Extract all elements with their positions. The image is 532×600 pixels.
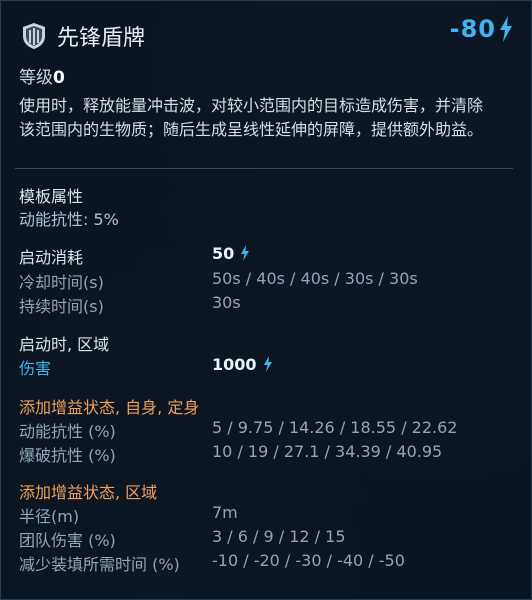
buff-area-value: 3 / 6 / 9 / 12 / 15 [212, 527, 346, 546]
buff-self-value: 5 / 9.75 / 14.26 / 18.55 / 22.62 [212, 418, 458, 437]
tooltip-header: 先锋盾牌 [19, 19, 145, 53]
mod-attributes-stat: 动能抗性: 5% [19, 210, 119, 229]
buff-area-row: 半径(m) 7m [19, 503, 521, 527]
buff-self-value: 10 / 19 / 27.1 / 34.39 / 40.95 [212, 442, 443, 461]
activation-cost-number: 50 [212, 244, 235, 263]
ability-tooltip: 先锋盾牌 -80 等级0 使用时，释放能量冲击波，对较小范围内的目标造成伤害，并… [0, 0, 532, 600]
activation-cost-value: 50 [212, 244, 250, 263]
duration-value: 30s [212, 293, 241, 312]
mod-attributes-title: 模板属性 [19, 187, 84, 206]
level-value: 0 [53, 68, 65, 88]
duration-row: 持续时间(s) 30s [19, 293, 521, 317]
damage-label: 伤害 [19, 359, 52, 378]
buff-self-row: 动能抗性 (%) 5 / 9.75 / 14.26 / 18.55 / 22.6… [19, 418, 521, 442]
buff-area-row: 减少装填所需时间 (%) -10 / -20 / -30 / -40 / -50 [19, 551, 521, 575]
buff-area-label: 减少装填所需时间 (%) [19, 555, 180, 574]
energy-bolt-icon [500, 16, 512, 42]
buff-area-label: 团队伤害 (%) [19, 531, 116, 550]
on-activate-title: 启动时, 区域 [19, 335, 110, 354]
duration-label: 持续时间(s) [19, 297, 104, 316]
buff-self-label: 动能抗性 (%) [19, 422, 116, 441]
buff-area-label: 半径(m) [19, 507, 80, 526]
cooldown-row: 冷却时间(s) 50s / 40s / 40s / 30s / 30s [19, 269, 521, 293]
buff-self-row: 爆破抗性 (%) 10 / 19 / 27.1 / 34.39 / 40.95 [19, 442, 521, 466]
buff-self-label: 爆破抗性 (%) [19, 446, 116, 465]
description-line: 使用时，释放能量冲击波，对较小范围内的目标造成伤害，并清除 [19, 96, 484, 115]
level-line: 等级0 [19, 63, 65, 88]
energy-cost: -80 [450, 15, 513, 43]
cooldown-value: 50s / 40s / 40s / 30s / 30s [212, 269, 418, 288]
energy-bolt-icon [241, 245, 250, 261]
level-label: 等级 [19, 68, 53, 88]
activation-cost-row: 50 [19, 244, 521, 268]
buff-area-value: 7m [212, 503, 238, 522]
cooldown-label: 冷却时间(s) [19, 273, 104, 292]
buff-area-row: 团队伤害 (%) 3 / 6 / 9 / 12 / 15 [19, 527, 521, 551]
buff-self-title: 添加增益状态, 自身, 定身 [19, 398, 200, 417]
energy-bolt-icon [263, 356, 272, 372]
buff-area-value: -10 / -20 / -30 / -40 / -50 [212, 551, 405, 570]
ability-title: 先锋盾牌 [57, 26, 146, 51]
ability-description: 使用时，释放能量冲击波，对较小范围内的目标造成伤害，并清除 该范围内的生物质；随… [19, 94, 519, 142]
damage-row: 伤害 1000 [19, 355, 521, 379]
damage-value: 1000 [212, 355, 273, 374]
shield-icon [23, 23, 45, 49]
description-line: 该范围内的生物质；随后生成呈线性延伸的屏障，提供额外助益。 [19, 120, 484, 139]
damage-number: 1000 [212, 355, 257, 374]
energy-cost-value: -80 [449, 15, 496, 43]
buff-area-title: 添加增益状态, 区域 [19, 483, 158, 502]
divider [15, 168, 513, 169]
